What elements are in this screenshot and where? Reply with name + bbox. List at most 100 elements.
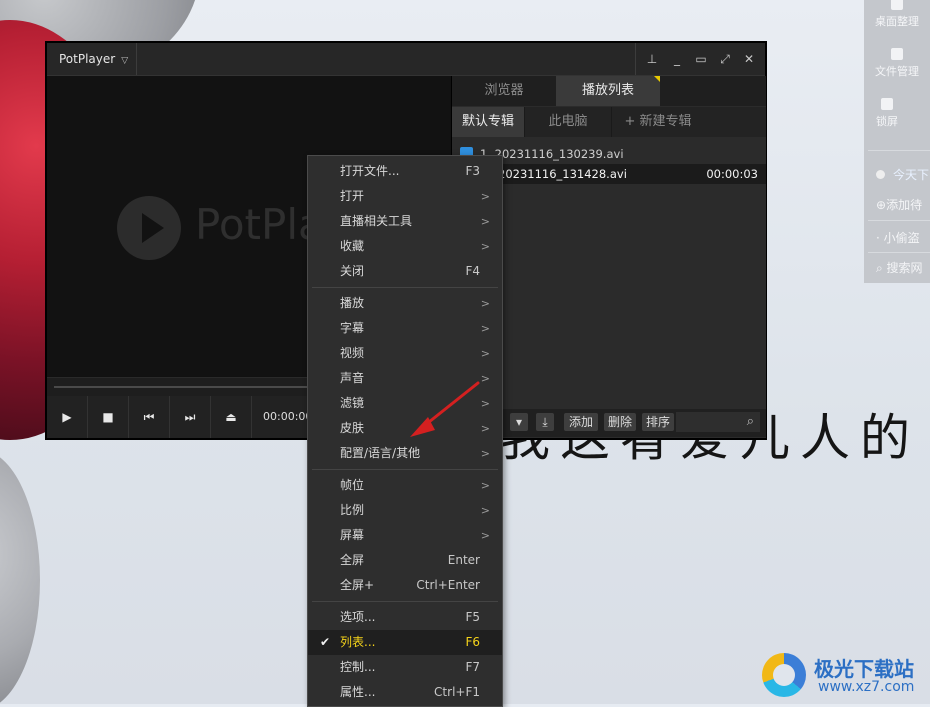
menu-item-label: 打开文件... (340, 164, 400, 178)
menu-item[interactable]: 声音 > (308, 366, 502, 391)
checkmark-icon: ✔ (320, 635, 331, 649)
playlist-item-duration: 00:00:03 (706, 167, 758, 181)
menu-item[interactable]: 选项... F5 (308, 605, 502, 630)
menu-item[interactable]: 打开文件... F3 (308, 159, 502, 184)
submenu-arrow-icon: > (480, 297, 490, 310)
menu-item[interactable]: 播放 > (308, 291, 502, 316)
menu-item[interactable]: 收藏 > (308, 234, 502, 259)
menu-item[interactable]: 全屏 Enter (308, 548, 502, 573)
menu-item-label: 全屏+ (340, 578, 375, 592)
menu-item[interactable]: 字幕 > (308, 316, 502, 341)
fullscreen-icon[interactable]: ⤢ (717, 51, 733, 67)
menu-item[interactable]: 配置/语言/其他 > (308, 441, 502, 466)
menu-item[interactable]: 屏幕 > (308, 523, 502, 548)
tab-default-album[interactable]: 默认专辑 (452, 107, 524, 137)
minimize-icon[interactable]: _ (669, 51, 685, 67)
menu-item-label: 字幕 (340, 321, 365, 335)
menu-separator (312, 469, 498, 470)
next-icon[interactable]: ⏭ (170, 396, 211, 438)
submenu-arrow-icon: > (480, 529, 490, 542)
site-logo-icon (762, 653, 806, 697)
pin-icon[interactable]: ⊥ (644, 51, 660, 67)
eject-icon[interactable]: ⏏ (211, 396, 252, 438)
new-album-button[interactable]: + 新建专辑 (612, 107, 704, 137)
side-search[interactable]: ⌕ 搜索网 (876, 259, 923, 276)
menu-item-shortcut: Enter (447, 553, 480, 567)
move-bottom-icon[interactable]: ⤓ (536, 413, 554, 431)
tab-browser[interactable]: 浏览器 (452, 76, 556, 106)
menu-item[interactable]: 打开 > (308, 184, 502, 209)
submenu-arrow-icon: > (480, 372, 490, 385)
submenu-arrow-icon: > (480, 397, 490, 410)
chevron-down-icon: ▽ (121, 56, 129, 66)
side-item-label: 文件管理 (875, 65, 919, 78)
delete-button[interactable]: 删除 (604, 413, 636, 431)
side-item-label: 桌面整理 (875, 15, 919, 28)
dot-icon (876, 170, 885, 179)
app-menu-button[interactable]: PotPlayer ▽ (47, 43, 137, 75)
album-tabs: 默认专辑 此电脑 + 新建专辑 (452, 107, 766, 137)
menu-item-label: 比例 (340, 503, 365, 517)
previous-icon[interactable]: ⏮ (129, 396, 170, 438)
title-bar: PotPlayer ▽ ⊥ _ ▭ ⤢ ✕ (47, 43, 765, 76)
menu-separator (312, 601, 498, 602)
tab-this-pc[interactable]: 此电脑 (525, 107, 611, 137)
side-item-file-manager[interactable]: 文件管理 (854, 48, 930, 79)
side-today[interactable]: 今天下 (876, 166, 929, 183)
side-search-label: 搜索网 (886, 261, 923, 275)
menu-item[interactable]: 直播相关工具 > (308, 209, 502, 234)
submenu-arrow-icon: > (480, 504, 490, 517)
stop-icon[interactable]: ■ (88, 396, 129, 438)
corner-marker-icon (654, 76, 660, 82)
menu-item[interactable]: 比例 > (308, 498, 502, 523)
play-icon[interactable]: ▶ (47, 396, 88, 438)
playlist-search-input[interactable]: ⌕ (676, 412, 760, 432)
divider (868, 252, 930, 253)
close-icon[interactable]: ✕ (741, 51, 757, 67)
divider (868, 150, 930, 151)
side-add-todo[interactable]: ⊕添加待 (876, 196, 922, 213)
menu-item-label: 视频 (340, 346, 365, 360)
menu-item[interactable]: 皮肤 > (308, 416, 502, 441)
menu-item-shortcut: F3 (465, 164, 480, 178)
tab-playlist[interactable]: 播放列表 (556, 76, 660, 106)
folder-icon (891, 48, 903, 60)
menu-item[interactable]: 视频 > (308, 341, 502, 366)
search-icon[interactable]: ⌕ (747, 412, 754, 432)
wallpaper-sphere-grey-lower (0, 450, 40, 704)
sort-button[interactable]: 排序 (642, 413, 674, 431)
menu-item[interactable]: 帧位 > (308, 473, 502, 498)
menu-item-label: 打开 (340, 189, 365, 203)
menu-item-label: 滤镜 (340, 396, 365, 410)
menu-item-label: 列表... (340, 635, 376, 649)
context-menu: 打开文件... F3 打开 > 直播相关工具 > 收藏 > 关闭 F4 播放 > 字幕 > 视频 > 声音 > 滤镜… (307, 155, 503, 707)
side-today-label: 今天下 (893, 168, 930, 182)
side-tip[interactable]: · 小偷盗 (876, 229, 920, 246)
move-down-icon[interactable]: ▾ (510, 413, 528, 431)
menu-item[interactable]: 属性... Ctrl+F1 (308, 680, 502, 705)
submenu-arrow-icon: > (480, 479, 490, 492)
side-item-desktop-organize[interactable]: 桌面整理 (854, 0, 930, 29)
submenu-arrow-icon: > (480, 447, 490, 460)
menu-item-label: 全屏 (340, 553, 365, 567)
menu-item-shortcut: F6 (465, 635, 480, 649)
menu-item-label: 配置/语言/其他 (340, 446, 421, 460)
maximize-icon[interactable]: ▭ (693, 51, 709, 67)
menu-item[interactable]: ✔ 列表... F6 (308, 630, 502, 655)
submenu-arrow-icon: > (480, 215, 490, 228)
menu-item-label: 帧位 (340, 478, 365, 492)
side-item-label: 锁屏 (876, 115, 898, 128)
menu-item-shortcut: F4 (465, 264, 480, 278)
bullet-icon: · (876, 231, 884, 245)
menu-item[interactable]: 全屏+ Ctrl+Enter (308, 573, 502, 598)
menu-item[interactable]: 控制... F7 (308, 655, 502, 680)
side-item-lock-screen[interactable]: 锁屏 (844, 98, 930, 129)
menu-item-label: 控制... (340, 660, 376, 674)
add-button[interactable]: 添加 (564, 413, 598, 431)
menu-item-label: 屏幕 (340, 528, 365, 542)
menu-item[interactable]: 滤镜 > (308, 391, 502, 416)
desktop-side-panel: 桌面整理 文件管理 锁屏 今天下 ⊕添加待 · 小偷盗 ⌕ 搜索网 (864, 0, 930, 283)
time-display: 00:00:00 (263, 410, 313, 423)
menu-item[interactable]: 关闭 F4 (308, 259, 502, 284)
submenu-arrow-icon: > (480, 240, 490, 253)
